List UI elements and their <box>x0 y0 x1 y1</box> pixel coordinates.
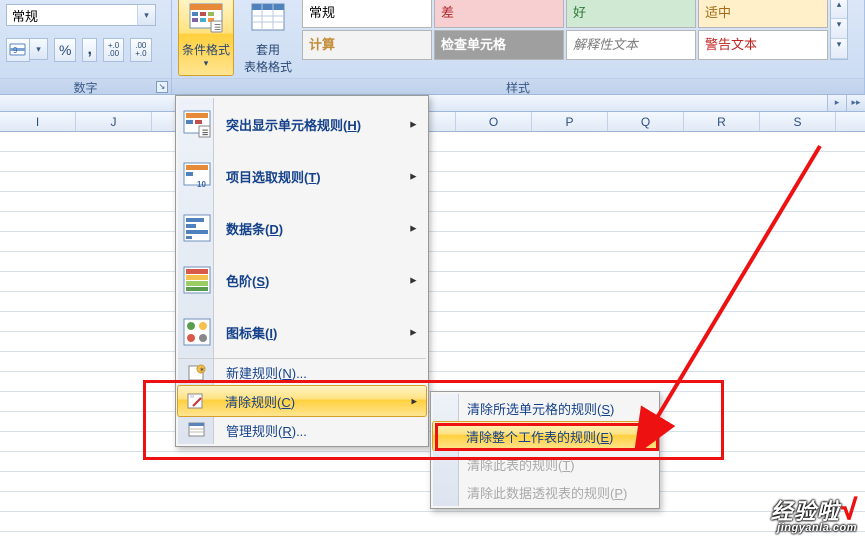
gallery-scroll-up[interactable]: ▴ <box>831 0 847 19</box>
menu-top-bottom[interactable]: 10 项目选取规则(T) ▸ <box>178 150 426 202</box>
style-normal[interactable]: 常规 <box>302 0 432 28</box>
number-group-dialog-launcher[interactable]: ↘ <box>156 81 168 93</box>
style-bad[interactable]: 差 <box>434 0 564 28</box>
ribbon-group-label-number: 数字 <box>0 78 171 94</box>
column-header[interactable]: Q <box>608 112 684 131</box>
clear-pivot-rules: 清除此数据透视表的规则(P) <box>433 478 657 506</box>
format-as-table-icon <box>251 3 285 37</box>
number-format-combo[interactable]: 常规 ▾ <box>6 4 156 26</box>
conditional-formatting-icon: ☰ <box>189 3 223 37</box>
column-header[interactable]: S <box>760 112 836 131</box>
column-header-row: I J K L M N O P Q R S <box>0 112 865 132</box>
menu-item-label: 新建规则(N)... <box>226 363 307 382</box>
style-explanatory[interactable]: 解释性文本 <box>566 30 696 60</box>
format-as-table-button[interactable]: 套用 表格格式 ▾ <box>240 0 296 76</box>
number-format-dropdown[interactable]: ▾ <box>137 5 155 25</box>
submenu-arrow-icon: ▸ <box>411 395 417 408</box>
menu-highlight-cells[interactable]: ☰ 突出显示单元格规则(H) ▸ <box>178 98 426 150</box>
ribbon-group-styles: ☰ 条件格式 ▾ 套用 表格格式 ▾ <box>172 0 865 94</box>
svg-text:☰: ☰ <box>214 23 221 32</box>
manage-rules-icon <box>188 421 206 439</box>
increase-decimal-button[interactable]: +.0 .00 <box>103 38 124 62</box>
column-header[interactable]: J <box>76 112 152 131</box>
svg-text:9: 9 <box>13 46 18 55</box>
menu-item-label: 清除规则(C) <box>225 392 295 411</box>
comma-icon: , <box>87 41 91 59</box>
menu-item-label: 管理规则(R)... <box>226 421 307 440</box>
style-warning[interactable]: 警告文本 <box>698 30 828 60</box>
watermark: 经验啦√ jingyanla.com <box>771 494 857 534</box>
clear-rules-submenu: 清除所选单元格的规则(S) 清除整个工作表的规则(E) 清除此表的规则(T) 清… <box>430 391 660 509</box>
column-header[interactable]: P <box>532 112 608 131</box>
icon-sets-icon <box>183 318 211 346</box>
scroll-right-button[interactable]: ▸ <box>827 95 846 111</box>
ribbon-group-label-styles: 样式 <box>172 78 864 94</box>
svg-text:10: 10 <box>197 180 206 189</box>
data-bars-icon <box>183 214 211 242</box>
top-bottom-icon: 10 <box>183 162 211 190</box>
svg-text:✶: ✶ <box>199 366 205 374</box>
submenu-item-label: 清除整个工作表的规则(E) <box>466 427 613 446</box>
conditional-formatting-button[interactable]: ☰ 条件格式 ▾ <box>178 0 234 76</box>
chevron-down-icon: ▾ <box>179 58 233 69</box>
submenu-arrow-icon: ▸ <box>410 118 416 131</box>
menu-item-label: 项目选取规则(T) <box>226 167 321 186</box>
menu-color-scales[interactable]: 色阶(S) ▸ <box>178 254 426 306</box>
color-scales-icon <box>183 266 211 294</box>
scroll-end-button[interactable]: ▸▸ <box>846 95 865 111</box>
percent-icon: % <box>59 42 71 58</box>
decrease-decimal-button[interactable]: .00 +.0 <box>130 38 151 62</box>
cell-styles-gallery: 常规 差 好 适中 计算 检查单元格 解释性文本 警告文本 ▴ ▾ ▾ <box>302 0 848 60</box>
new-rule-icon: ✶ <box>188 364 206 382</box>
cell-styles-scroll: ▴ ▾ ▾ <box>830 0 848 60</box>
submenu-item-label: 清除所选单元格的规则(S) <box>467 399 614 418</box>
decrease-decimal-icon: .00 +.0 <box>135 42 146 58</box>
clear-rules-icon <box>187 392 205 410</box>
menu-manage-rules[interactable]: 管理规则(R)... <box>178 416 426 444</box>
submenu-arrow-icon: ▸ <box>410 170 416 183</box>
menu-item-label: 色阶(S) <box>226 271 269 290</box>
comma-format-button[interactable]: , <box>82 38 96 62</box>
style-good[interactable]: 好 <box>566 0 696 28</box>
menu-data-bars[interactable]: 数据条(D) ▸ <box>178 202 426 254</box>
style-neutral[interactable]: 适中 <box>698 0 828 28</box>
submenu-arrow-icon: ▸ <box>410 326 416 339</box>
menu-item-label: 图标集(I) <box>226 323 277 342</box>
svg-text:☰: ☰ <box>202 130 208 137</box>
clear-selected-cells-rules[interactable]: 清除所选单元格的规则(S) <box>433 394 657 422</box>
watermark-url: jingyanla.com <box>771 522 857 534</box>
column-header[interactable]: O <box>456 112 532 131</box>
menu-new-rule[interactable]: ✶ 新建规则(N)... <box>178 358 426 386</box>
watermark-check-icon: √ <box>842 494 857 525</box>
gallery-scroll-down[interactable]: ▾ <box>831 19 847 39</box>
increase-decimal-icon: +.0 .00 <box>108 42 119 58</box>
column-header[interactable]: I <box>0 112 76 131</box>
percent-format-button[interactable]: % <box>54 38 76 62</box>
highlight-cells-icon: ☰ <box>183 110 211 138</box>
number-format-value: 常规 <box>7 6 137 25</box>
ribbon-group-number: 常规 ▾ 9 ▾ % <box>0 0 172 94</box>
menu-icon-sets[interactable]: 图标集(I) ▸ <box>178 306 426 358</box>
style-checkcell[interactable]: 检查单元格 <box>434 30 564 60</box>
submenu-item-label: 清除此表的规则(T) <box>467 455 575 474</box>
currency-format-button[interactable]: 9 ▾ <box>6 38 48 62</box>
gallery-more[interactable]: ▾ <box>831 39 847 59</box>
style-calculation[interactable]: 计算 <box>302 30 432 60</box>
submenu-arrow-icon: ▸ <box>410 274 416 287</box>
format-as-table-label: 套用 表格格式 <box>241 41 295 75</box>
horizontal-scroll-strip: ▸ ▸▸ <box>0 95 865 112</box>
conditional-formatting-menu: ☰ 突出显示单元格规则(H) ▸ 10 项目选取规则(T) ▸ 数据条(D) ▸ <box>175 95 429 447</box>
clear-table-rules: 清除此表的规则(T) <box>433 450 657 478</box>
clear-entire-sheet-rules[interactable]: 清除整个工作表的规则(E) <box>432 421 658 451</box>
menu-item-label: 突出显示单元格规则(H) <box>226 115 361 134</box>
ribbon: 常规 ▾ 9 ▾ % <box>0 0 865 95</box>
menu-item-label: 数据条(D) <box>226 219 283 238</box>
column-header[interactable]: R <box>684 112 760 131</box>
menu-clear-rules[interactable]: 清除规则(C) ▸ <box>177 385 427 417</box>
submenu-item-label: 清除此数据透视表的规则(P) <box>467 483 627 502</box>
conditional-formatting-label: 条件格式 <box>179 41 233 58</box>
watermark-text: 经验啦 <box>771 499 840 524</box>
submenu-arrow-icon: ▸ <box>410 222 416 235</box>
currency-icon: 9 <box>9 42 27 58</box>
